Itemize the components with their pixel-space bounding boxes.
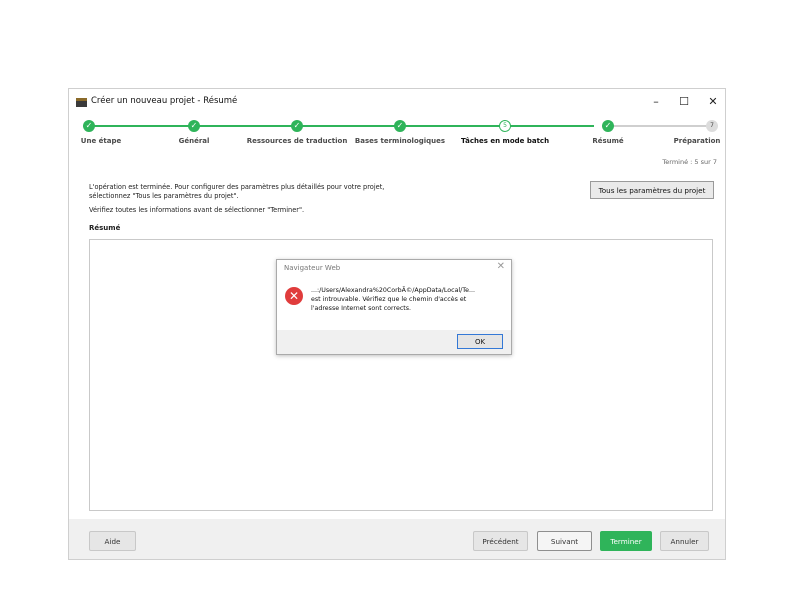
summary-section-label: Résumé [89,224,121,232]
app-icon [76,98,87,107]
wizard-progress-text: Terminé : 5 sur 7 [662,158,717,166]
step-marker-resume[interactable]: ✓ [602,120,614,132]
dialog-title: Navigateur Web [284,264,341,272]
maximize-icon[interactable]: ☐ [672,93,696,111]
help-button[interactable]: Aide [89,531,136,551]
error-icon: ✕ [285,287,303,305]
all-project-settings-button[interactable]: Tous les paramètres du projet [590,181,714,199]
next-button[interactable]: Suivant [537,531,592,551]
info-text-line2: sélectionnez "Tous les paramètres du pro… [89,192,239,200]
dialog-message-line1: ...:/Users/Alexandra%20CorbÃ©/AppData/Lo… [311,287,475,294]
step-marker-ressources[interactable]: ✓ [291,120,303,132]
dialog-close-icon[interactable]: ✕ [497,261,505,272]
step-label-ressources[interactable]: Ressources de traduction [247,137,348,145]
step-marker-bases[interactable]: ✓ [394,120,406,132]
step-marker-une-etape[interactable]: ✓ [83,120,95,132]
wizard-footer: Aide Précédent Suivant Terminer Annuler [69,519,725,559]
step-label-bases[interactable]: Bases terminologiques [355,137,445,145]
wizard-progress-line [89,125,594,127]
previous-button[interactable]: Précédent [473,531,528,551]
new-project-wizard-window: Créer un nouveau projet - Résumé – ☐ ✕ ✓… [68,88,726,560]
dialog-message-line3: l'adresse Internet sont corrects. [311,304,412,312]
dialog-message-line2: est introuvable. Vérifiez que le chemin … [311,295,467,303]
step-label-general[interactable]: Général [179,137,210,145]
step-label-une-etape[interactable]: Une étape [81,137,121,145]
dialog-footer: OK [277,330,511,354]
dialog-message: ...:/Users/Alexandra%20CorbÃ©/AppData/Lo… [311,287,507,313]
step-marker-preparation[interactable]: 7 [706,120,718,132]
ok-button[interactable]: OK [457,334,503,349]
step-marker-taches[interactable]: 5 [499,120,511,132]
web-browser-error-dialog: Navigateur Web ✕ ✕ ...:/Users/Alexandra%… [276,259,512,355]
step-marker-general[interactable]: ✓ [188,120,200,132]
cancel-button[interactable]: Annuler [660,531,709,551]
minimize-icon[interactable]: – [644,93,668,111]
step-label-taches[interactable]: Tâches en mode batch [461,137,549,145]
step-label-preparation[interactable]: Préparation [674,137,721,145]
wizard-remaining-line [614,125,710,127]
info-text-line3: Vérifiez toutes les informations avant d… [89,206,305,214]
wizard-steps: ✓ ✓ ✓ ✓ 5 ✓ 7 Une étape Général Ressourc… [69,117,725,151]
close-icon[interactable]: ✕ [701,93,725,111]
step-label-resume[interactable]: Résumé [592,137,623,145]
window-title: Créer un nouveau projet - Résumé [91,96,238,106]
info-text-line1: L'opération est terminée. Pour configure… [89,183,385,191]
title-bar: Créer un nouveau projet - Résumé – ☐ ✕ [69,89,725,117]
finish-button[interactable]: Terminer [600,531,652,551]
